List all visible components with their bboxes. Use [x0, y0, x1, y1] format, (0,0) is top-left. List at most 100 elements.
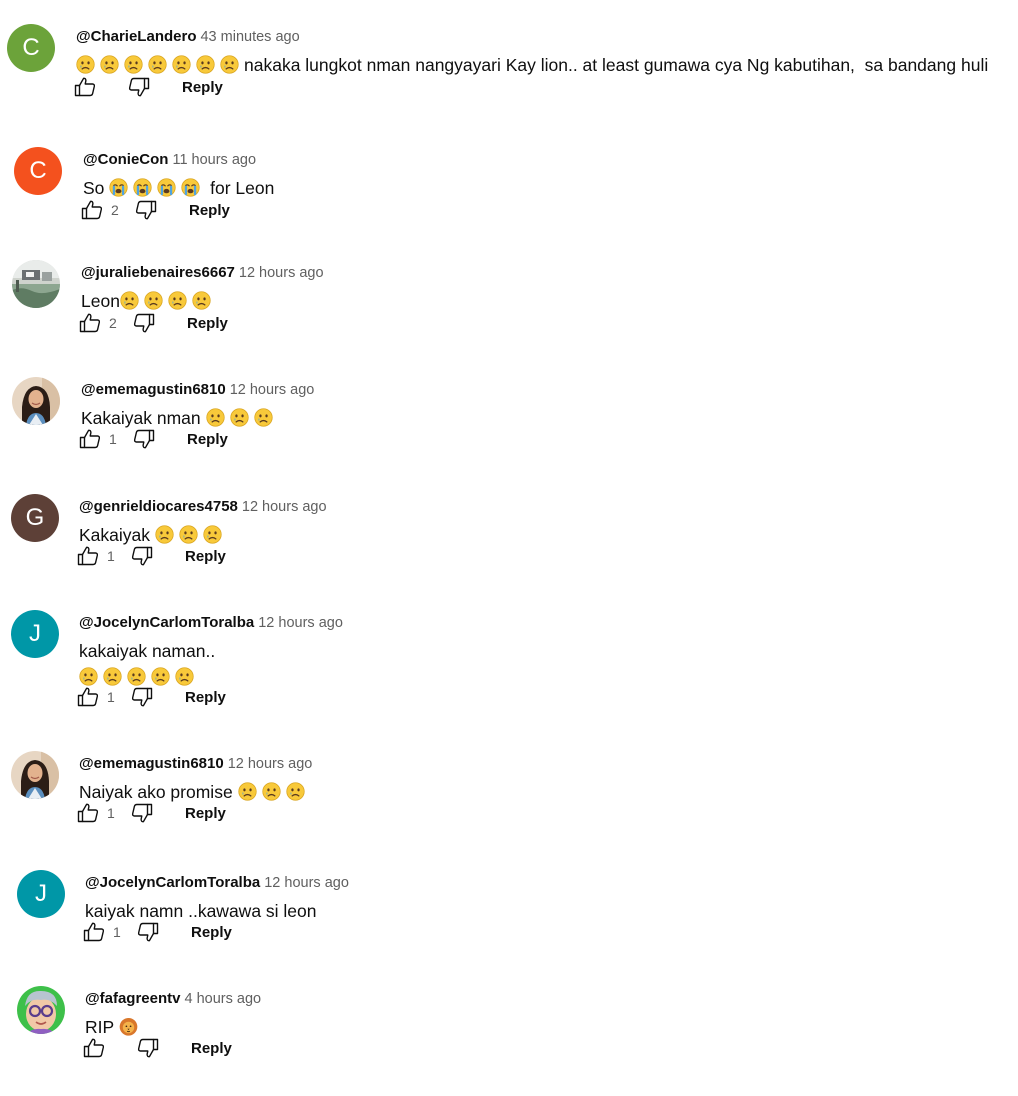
- like-count: 2: [109, 315, 117, 331]
- avatar-photo: [17, 986, 65, 1034]
- comment-timestamp[interactable]: 12 hours ago: [242, 499, 327, 515]
- reply-button[interactable]: Reply: [182, 79, 223, 96]
- comment-timestamp[interactable]: 12 hours ago: [264, 875, 349, 891]
- comment-item: @juraliebenaires6667 12 hours ago Leon 2 Rep…: [0, 260, 1018, 370]
- comment-text-segment: kakaiyak naman..: [79, 641, 216, 661]
- comment-actions: 2 Reply: [79, 197, 230, 223]
- comment-item: @ememagustin6810 12 hours ago Kakaiyak nma…: [0, 377, 1018, 487]
- author-name[interactable]: @CharieLandero: [76, 28, 196, 45]
- comment-text-segment: Kakaiyak: [79, 525, 155, 545]
- author-name[interactable]: @juraliebenaires6667: [81, 264, 235, 281]
- sad-emoji-icon: [168, 291, 187, 310]
- reply-button[interactable]: Reply: [189, 202, 230, 219]
- dislike-icon[interactable]: [129, 684, 155, 710]
- author-name[interactable]: @JocelynCarlomToralba: [79, 614, 254, 631]
- comment-timestamp[interactable]: 12 hours ago: [230, 382, 315, 398]
- comment-timestamp[interactable]: 12 hours ago: [228, 756, 313, 772]
- sad-emoji-icon: [124, 55, 143, 74]
- reply-button[interactable]: Reply: [187, 431, 228, 448]
- reply-button[interactable]: Reply: [185, 805, 226, 822]
- comment-header: @juraliebenaires6667 12 hours ago: [81, 264, 324, 281]
- avatar[interactable]: J: [17, 870, 65, 918]
- reply-button[interactable]: Reply: [185, 548, 226, 565]
- like-count: 1: [107, 689, 115, 705]
- like-icon[interactable]: [72, 74, 98, 100]
- comment-timestamp[interactable]: 4 hours ago: [185, 991, 262, 1007]
- cry-emoji-icon: [133, 178, 152, 197]
- comment-header: @ConieCon 11 hours ago: [83, 151, 256, 168]
- comment-actions: Reply: [81, 1035, 232, 1061]
- comment-item: J @JocelynCarlomToralba 12 hours ago kakaiy…: [0, 610, 1018, 720]
- avatar[interactable]: [12, 377, 60, 425]
- sad-emoji-icon: [196, 55, 215, 74]
- sad-emoji-icon: [192, 291, 211, 310]
- avatar-letter: C: [22, 34, 40, 61]
- like-icon[interactable]: [81, 919, 107, 945]
- dislike-icon[interactable]: [129, 543, 155, 569]
- avatar[interactable]: C: [14, 147, 62, 195]
- comment-header: @ememagustin6810 12 hours ago: [81, 381, 314, 398]
- cry-emoji-icon: [157, 178, 176, 197]
- comment-text-segment: for Leon: [205, 178, 275, 198]
- author-name[interactable]: @JocelynCarlomToralba: [85, 874, 260, 891]
- author-name[interactable]: @fafagreentv: [85, 990, 181, 1007]
- reply-button[interactable]: Reply: [191, 1040, 232, 1057]
- comment-actions: 1 Reply: [77, 426, 228, 452]
- comment-header: @CharieLandero 43 minutes ago: [76, 28, 300, 45]
- like-icon[interactable]: [77, 426, 103, 452]
- like-count: 1: [113, 924, 121, 940]
- avatar[interactable]: [12, 260, 60, 308]
- comment-timestamp[interactable]: 11 hours ago: [172, 152, 256, 168]
- like-count: 1: [107, 548, 115, 564]
- reply-button[interactable]: Reply: [191, 924, 232, 941]
- avatar[interactable]: C: [7, 24, 55, 72]
- reply-button[interactable]: Reply: [187, 315, 228, 332]
- avatar[interactable]: J: [11, 610, 59, 658]
- dislike-icon[interactable]: [135, 919, 161, 945]
- like-icon[interactable]: [75, 543, 101, 569]
- cry-emoji-icon: [109, 178, 128, 197]
- comment-text-segment: kaiyak namn ..kawawa si leon: [85, 901, 317, 921]
- comment-item: G @genrieldiocares4758 12 hours ago Kakaiya…: [0, 494, 1018, 604]
- comment-item: J @JocelynCarlomToralba 12 hours ago kaiyak…: [0, 870, 1018, 980]
- dislike-icon[interactable]: [126, 74, 152, 100]
- comment-text-segment: nakaka lungkot nman nangyayari Kay lion.…: [244, 55, 989, 75]
- dislike-icon[interactable]: [133, 197, 159, 223]
- comment-actions: 1 Reply: [81, 919, 232, 945]
- dislike-icon[interactable]: [131, 426, 157, 452]
- like-icon[interactable]: [75, 800, 101, 826]
- dislike-icon[interactable]: [129, 800, 155, 826]
- avatar[interactable]: [11, 751, 59, 799]
- avatar[interactable]: G: [11, 494, 59, 542]
- author-name[interactable]: @ememagustin6810: [81, 381, 226, 398]
- like-count: 1: [109, 431, 117, 447]
- sad-emoji-icon: [229, 408, 249, 427]
- dislike-icon[interactable]: [135, 1035, 161, 1061]
- comment-item: @fafagreentv 4 hours ago RIP Reply: [0, 986, 1018, 1096]
- reply-button[interactable]: Reply: [185, 689, 226, 706]
- like-icon[interactable]: [75, 684, 101, 710]
- dislike-icon[interactable]: [131, 310, 157, 336]
- comment-actions: 1 Reply: [75, 543, 226, 569]
- sad-emoji-icon: [172, 55, 191, 74]
- comment-timestamp[interactable]: 43 minutes ago: [200, 29, 299, 45]
- sad-emoji-icon: [205, 408, 225, 427]
- author-name[interactable]: @genrieldiocares4758: [79, 498, 238, 515]
- like-icon[interactable]: [79, 197, 105, 223]
- like-icon[interactable]: [81, 1035, 107, 1061]
- avatar-letter: J: [29, 620, 41, 647]
- sad-emoji-icon: [220, 55, 239, 74]
- avatar-photo: [11, 751, 59, 799]
- comment-timestamp[interactable]: 12 hours ago: [239, 265, 324, 281]
- author-name[interactable]: @ConieCon: [83, 151, 168, 168]
- avatar-photo: [12, 260, 60, 308]
- avatar[interactable]: [17, 986, 65, 1034]
- comment-item: C @CharieLandero 43 minutes ago nakaka lung…: [0, 24, 1018, 134]
- sad-emoji-icon: [155, 525, 174, 544]
- author-name[interactable]: @ememagustin6810: [79, 755, 224, 772]
- cry-emoji-icon: [181, 178, 200, 197]
- comment-timestamp[interactable]: 12 hours ago: [258, 615, 343, 631]
- lion-emoji-icon: [119, 1017, 138, 1036]
- comment-actions: 1 Reply: [75, 684, 226, 710]
- like-icon[interactable]: [77, 310, 103, 336]
